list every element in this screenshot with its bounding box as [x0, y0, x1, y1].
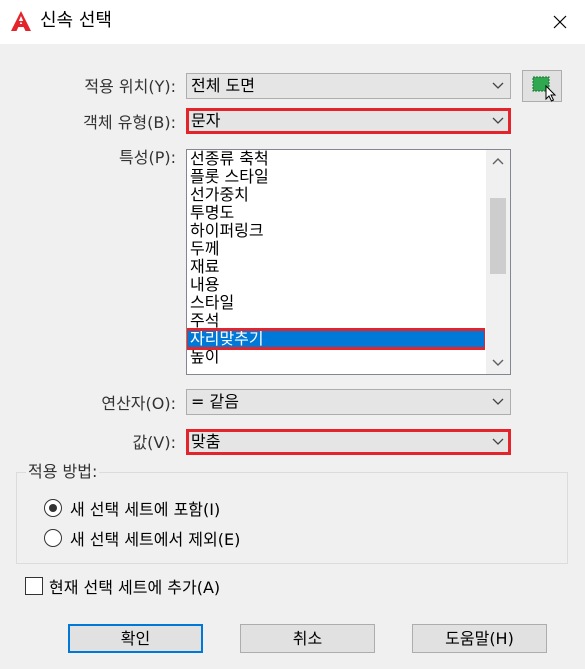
chevron-down-icon [492, 438, 504, 445]
select-objects-icon [532, 76, 557, 102]
radio-button[interactable] [44, 499, 62, 517]
how-to-apply-title: 적용 방법: [26, 462, 100, 482]
exclude-radio-option[interactable]: 새 선택 세트에서 제외(E) [44, 526, 240, 550]
chevron-down-icon [492, 398, 504, 405]
close-button[interactable] [535, 0, 585, 44]
list-item[interactable]: 선종류 축척 [187, 150, 485, 168]
operator-label: 연산자(O): [101, 394, 176, 413]
properties-listbox[interactable]: 선종류 축척 플롯 스타일 선가중치 투명도 하이퍼링크 두께 재료 내용 스타일 주석 자리맞추기… [186, 149, 511, 375]
chevron-down-icon [492, 117, 504, 124]
object-type-value: 문자 [191, 111, 221, 130]
operator-value: = 같음 [191, 392, 239, 411]
exclude-radio-label: 새 선택 세트에서 제외(E) [70, 530, 241, 549]
properties-label: 특성(P): [119, 148, 176, 167]
close-icon [553, 15, 567, 29]
help-button[interactable]: 도움말(H) [412, 624, 547, 653]
scroll-down-button[interactable] [486, 352, 510, 374]
chevron-up-icon [492, 158, 504, 165]
autocad-logo-icon [11, 11, 31, 31]
list-item[interactable]: 재료 [187, 258, 485, 276]
list-item[interactable]: 투명도 [187, 204, 485, 222]
title-bar: 신속 선택 [0, 0, 585, 44]
apply-to-label: 적용 위치(Y): [84, 77, 176, 96]
apply-to-dropdown[interactable]: 전체 도면 [186, 73, 511, 99]
scroll-thumb[interactable] [490, 198, 506, 274]
list-item[interactable]: 주석 [187, 312, 485, 330]
value-value: 맞춤 [191, 432, 221, 451]
list-item[interactable]: 높이 [187, 348, 485, 366]
ok-button[interactable]: 확인 [68, 624, 203, 653]
scroll-up-button[interactable] [486, 150, 510, 172]
select-objects-button[interactable] [522, 70, 562, 102]
include-radio-option[interactable]: 새 선택 세트에 포함(I) [44, 496, 220, 520]
radio-button[interactable] [44, 529, 62, 547]
operator-dropdown[interactable]: = 같음 [186, 389, 511, 415]
object-type-dropdown[interactable]: 문자 [186, 108, 511, 134]
list-item[interactable]: 선가중치 [187, 186, 485, 204]
object-type-label: 객체 유형(B): [83, 113, 176, 132]
append-label: 현재 선택 세트에 추가(A) [49, 578, 221, 597]
list-item[interactable]: 하이퍼링크 [187, 222, 485, 240]
list-item[interactable]: 두께 [187, 240, 485, 258]
append-option[interactable]: 현재 선택 세트에 추가(A) [25, 574, 220, 598]
list-item[interactable]: 스타일 [187, 294, 485, 312]
properties-list: 선종류 축척 플롯 스타일 선가중치 투명도 하이퍼링크 두께 재료 내용 스타일 주석 자리맞추기… [187, 150, 485, 374]
cancel-button[interactable]: 취소 [240, 624, 375, 653]
apply-to-value: 전체 도면 [191, 76, 255, 95]
list-item-selected[interactable]: 자리맞추기 [187, 328, 485, 350]
include-radio-label: 새 선택 세트에 포함(I) [70, 500, 221, 519]
chevron-down-icon [492, 82, 504, 89]
value-dropdown[interactable]: 맞춤 [186, 429, 511, 455]
value-label: 값(V): [132, 433, 176, 452]
list-item[interactable]: 내용 [187, 276, 485, 294]
properties-scrollbar[interactable] [486, 150, 510, 374]
list-item[interactable]: 플롯 스타일 [187, 168, 485, 186]
window-title: 신속 선택 [40, 10, 112, 31]
append-checkbox[interactable] [25, 577, 43, 595]
chevron-down-icon [492, 359, 504, 366]
